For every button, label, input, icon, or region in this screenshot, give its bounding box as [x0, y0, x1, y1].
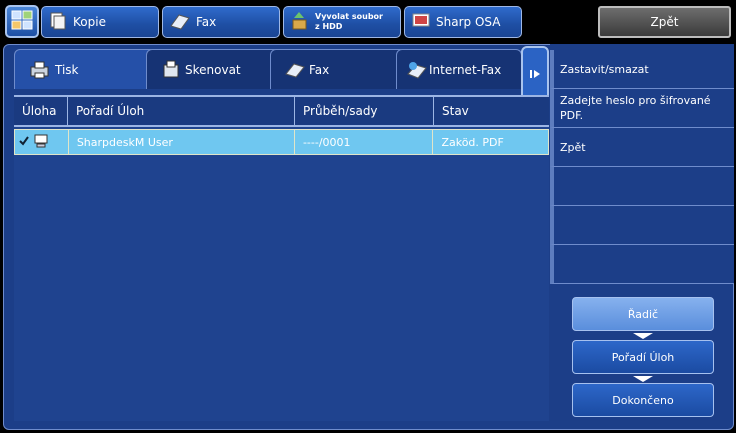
tab-scan[interactable]: Skenovat — [146, 49, 280, 89]
mode-hdd-label: Vyvolat soubor z HDD — [315, 12, 383, 31]
tab-scan-label: Skenovat — [185, 62, 241, 77]
computer-icon — [33, 133, 49, 152]
mode-fax-button[interactable]: Fax — [162, 6, 280, 38]
side-item-empty-1 — [550, 167, 734, 206]
job-table-header: Úloha Pořadí Úloh Průběh/sady Stav — [14, 95, 549, 127]
col-header-order: Pořadí Úloh — [68, 97, 295, 125]
tab-print-label: Tisk — [55, 62, 79, 77]
sharp-osa-icon — [411, 12, 431, 33]
tab-print[interactable]: Tisk — [14, 49, 156, 89]
table-row[interactable]: SharpdeskM User ----/0001 Zaköd. PDF — [14, 129, 549, 155]
home-icon — [10, 8, 34, 36]
side-item-stop-delete[interactable]: Zastavit/smazat — [550, 50, 734, 89]
mode-copy-label: Kopie — [73, 15, 106, 29]
job-order-cell: SharpdeskM User — [69, 130, 295, 154]
col-header-job: Úloha — [14, 97, 68, 125]
flow-arrow-2 — [633, 376, 653, 382]
mode-sharp-osa-label: Sharp OSA — [436, 15, 501, 29]
col-header-progress: Průběh/sady — [295, 97, 434, 125]
side-item-pdf-password[interactable]: Zadejte heslo pro šifrované PDF. — [550, 89, 734, 128]
home-button[interactable] — [5, 5, 39, 38]
job-table: Úloha Pořadí Úloh Průběh/sady Stav Sharp… — [14, 95, 549, 421]
col-header-status: Stav — [442, 104, 469, 118]
tab-internet-fax[interactable]: Internet-Fax — [396, 49, 522, 89]
flow-complete-button[interactable]: Dokončeno — [572, 383, 714, 417]
flow-spooler-button[interactable]: Řadič — [572, 297, 714, 331]
mode-copy-button[interactable]: Kopie — [41, 6, 159, 38]
flow-arrow-1 — [633, 333, 653, 339]
flow-job-queue-button[interactable]: Pořadí Úloh — [572, 340, 714, 374]
internet-fax-icon — [407, 61, 427, 79]
mode-sharp-osa-button[interactable]: Sharp OSA — [404, 6, 522, 38]
tab-fax[interactable]: Fax — [270, 49, 406, 89]
copy-icon — [48, 11, 68, 34]
fax-tab-icon — [285, 62, 305, 78]
play-forward-icon — [529, 65, 541, 84]
fax-icon — [169, 12, 191, 33]
mode-hdd-button[interactable]: Vyvolat soubor z HDD — [283, 6, 401, 38]
side-item-empty-2 — [550, 206, 734, 245]
job-progress-cell: ----/0001 — [295, 130, 434, 154]
tab-fax-label: Fax — [309, 62, 330, 77]
scanner-icon — [161, 60, 181, 80]
mode-fax-label: Fax — [196, 15, 217, 29]
back-button[interactable]: Zpět — [598, 6, 731, 38]
hdd-retrieve-icon — [290, 11, 310, 34]
tab-internet-fax-label: Internet-Fax — [429, 62, 502, 77]
printer-icon — [29, 60, 51, 80]
tab-scroll-button[interactable] — [521, 46, 549, 102]
side-item-back[interactable]: Zpět — [550, 128, 734, 167]
job-status-cell: Zaköd. PDF — [441, 135, 504, 149]
side-menu: Zastavit/smazat Zadejte heslo pro šifrov… — [550, 44, 734, 284]
top-bar: Kopie Fax Vyvolat soubor z HDD Sharp OSA… — [0, 0, 736, 44]
checkmark-icon — [19, 135, 29, 149]
job-type-cell — [15, 130, 69, 154]
side-item-empty-3 — [550, 245, 734, 284]
